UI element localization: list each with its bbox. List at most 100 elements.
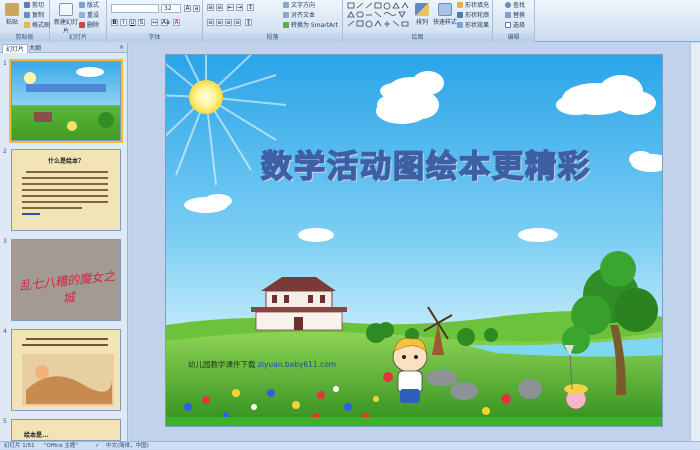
slide-title[interactable]: 数学活动图绘本更精彩 [231, 141, 621, 186]
paragraph-group: ≡ ≡ ⇤ ⇥ ↕ ≡ ≡ ≡ ≡ ‖ 文字方向 对齐文本 转换为 SmartA… [203, 0, 343, 42]
editing-group-label: 编辑 [493, 33, 534, 42]
slide-thumb-1[interactable] [9, 59, 123, 143]
find-button[interactable]: 查找 [505, 2, 525, 10]
shapes-gallery[interactable] [347, 2, 409, 32]
slide-thumb-row-2[interactable]: 2 什么是绘本？ [0, 147, 126, 233]
copy-button[interactable]: 复制 [24, 12, 44, 20]
numbering-button[interactable]: ≡ [216, 4, 223, 11]
drawing-group: 排列 快速样式 形状填充 形状轮廓 形状效果 绘图 [343, 0, 493, 42]
shape-effects-button[interactable]: 形状效果 [457, 22, 489, 30]
close-pane-icon[interactable]: × [119, 44, 124, 51]
new-slide-icon [59, 3, 73, 16]
binoculars-icon [505, 2, 511, 8]
delete-icon [79, 22, 85, 28]
vertical-scrollbar[interactable] [690, 43, 700, 441]
font-size-combo[interactable]: 32 [161, 4, 181, 13]
fill-bucket-icon [457, 2, 463, 8]
quick-styles-icon [438, 3, 452, 16]
slide-thumb-1-art [24, 67, 114, 131]
effects-icon [457, 22, 463, 28]
strikethrough-button[interactable]: S [138, 19, 145, 26]
font-color-button[interactable]: A [173, 19, 180, 26]
paste-button[interactable]: 粘贴 [1, 2, 23, 26]
layout-icon [79, 2, 85, 8]
font-group: 32 A a B I U S ↔ Aa A 字体 [107, 0, 203, 42]
clipboard-group-label: 剪贴板 [0, 33, 49, 42]
clipboard-group: 粘贴 剪切 复制 格式刷 剪贴板 [0, 0, 50, 42]
tab-outline[interactable]: 大纲 [26, 44, 44, 53]
smartart-icon [283, 22, 289, 28]
tab-slides[interactable]: 幻灯片 [2, 44, 29, 53]
underline-button[interactable]: U [129, 19, 136, 26]
slide-thumb-row-1[interactable]: 1 [0, 59, 126, 145]
slide-background-art [166, 55, 662, 426]
arrange-button[interactable]: 排列 [411, 2, 433, 26]
editing-group: 查找 替换 选择 编辑 [493, 0, 535, 42]
slide-footer-url[interactable]: ziyuan.baby611.com [258, 360, 336, 369]
reset-button[interactable]: 重设 [79, 12, 99, 20]
slide-thumb-5[interactable]: 绘本是... [11, 419, 121, 441]
scissors-icon [24, 2, 30, 8]
select-button[interactable]: 选择 [505, 22, 525, 30]
font-name-combo[interactable] [111, 4, 159, 13]
slide-thumbnail-panel: 幻灯片 大纲 × 1 2 什么是绘本？ 3 乱七八糟的魔女之城 4 5 绘本是.… [0, 43, 128, 441]
italic-button[interactable]: I [120, 19, 127, 26]
replace-icon [505, 12, 511, 18]
columns-button[interactable]: ‖ [245, 19, 252, 26]
text-direction-button[interactable]: 文字方向 [283, 2, 315, 10]
sun [189, 80, 223, 114]
line-spacing-button[interactable]: ↕ [247, 4, 254, 11]
slide-thumb-2-lines [22, 171, 108, 215]
increase-indent-button[interactable]: ⇥ [236, 4, 243, 11]
replace-button[interactable]: 替换 [505, 12, 525, 20]
quick-styles-button[interactable]: 快速样式 [433, 2, 457, 26]
paste-icon [5, 3, 19, 16]
slide-thumb-3-title: 乱七八糟的魔女之城 [18, 269, 116, 306]
cut-button[interactable]: 剪切 [24, 2, 44, 10]
pen-icon [457, 12, 463, 18]
panel-tabs: 幻灯片 大纲 × [0, 43, 127, 53]
current-slide[interactable]: 数学活动图绘本更精彩 幼儿园教学课件下载 ziyuan.baby611.com [165, 54, 663, 427]
slides-group: 新建幻灯片 版式 重设 删除 幻灯片 [50, 0, 107, 42]
pointer-icon [505, 22, 511, 28]
brush-icon [24, 22, 30, 28]
bold-button[interactable]: B [111, 19, 118, 26]
slide-thumb-4[interactable] [11, 329, 121, 411]
slide-thumb-4-art [22, 338, 114, 406]
slide-thumb-2[interactable]: 什么是绘本？ [11, 149, 121, 231]
slide-canvas: 数学活动图绘本更精彩 幼儿园教学课件下载 ziyuan.baby611.com [129, 43, 700, 441]
char-spacing-button[interactable]: ↔ [151, 19, 158, 26]
slide-footer-label: 幼儿园教学课件下载 [188, 360, 256, 369]
new-slide-button[interactable]: 新建幻灯片 [54, 2, 78, 35]
reset-icon [79, 12, 85, 18]
slide-thumb-row-5[interactable]: 5 绘本是... [0, 417, 126, 441]
format-painter-button[interactable]: 格式刷 [24, 22, 50, 30]
slide-thumb-2-title: 什么是绘本？ [47, 158, 84, 165]
convert-smartart-button[interactable]: 转换为 SmartArt [283, 22, 338, 30]
font-group-label: 字体 [107, 33, 202, 42]
slide-thumb-5-title: 绘本是... [24, 432, 49, 439]
align-right-button[interactable]: ≡ [225, 19, 232, 26]
bullets-button[interactable]: ≡ [207, 4, 214, 11]
change-case-button[interactable]: Aa [161, 19, 170, 26]
shape-fill-button[interactable]: 形状填充 [457, 2, 489, 10]
slide-thumb-3[interactable]: 乱七八糟的魔女之城 [11, 239, 121, 321]
paragraph-group-label: 段落 [203, 33, 342, 42]
slide-thumb-row-4[interactable]: 4 [0, 327, 126, 413]
align-left-button[interactable]: ≡ [207, 19, 214, 26]
arrange-icon [415, 3, 429, 16]
shrink-font-button[interactable]: a [193, 5, 200, 12]
status-bar: 幻灯片 1/51 "Office 主题" ✓ 中文(简体，中国) [0, 441, 700, 449]
decrease-indent-button[interactable]: ⇤ [227, 4, 234, 11]
shape-outline-button[interactable]: 形状轮廓 [457, 12, 489, 20]
layout-button[interactable]: 版式 [79, 2, 99, 10]
delete-slide-button[interactable]: 删除 [79, 22, 99, 30]
slide-thumb-row-3[interactable]: 3 乱七八糟的魔女之城 [0, 237, 126, 323]
copy-icon [24, 12, 30, 18]
align-center-button[interactable]: ≡ [216, 19, 223, 26]
grow-font-button[interactable]: A [184, 5, 191, 12]
slide-footer[interactable]: 幼儿园教学课件下载 ziyuan.baby611.com [188, 359, 336, 370]
text-direction-icon [283, 2, 289, 8]
align-text-button[interactable]: 对齐文本 [283, 12, 315, 20]
justify-button[interactable]: ≡ [234, 19, 241, 26]
